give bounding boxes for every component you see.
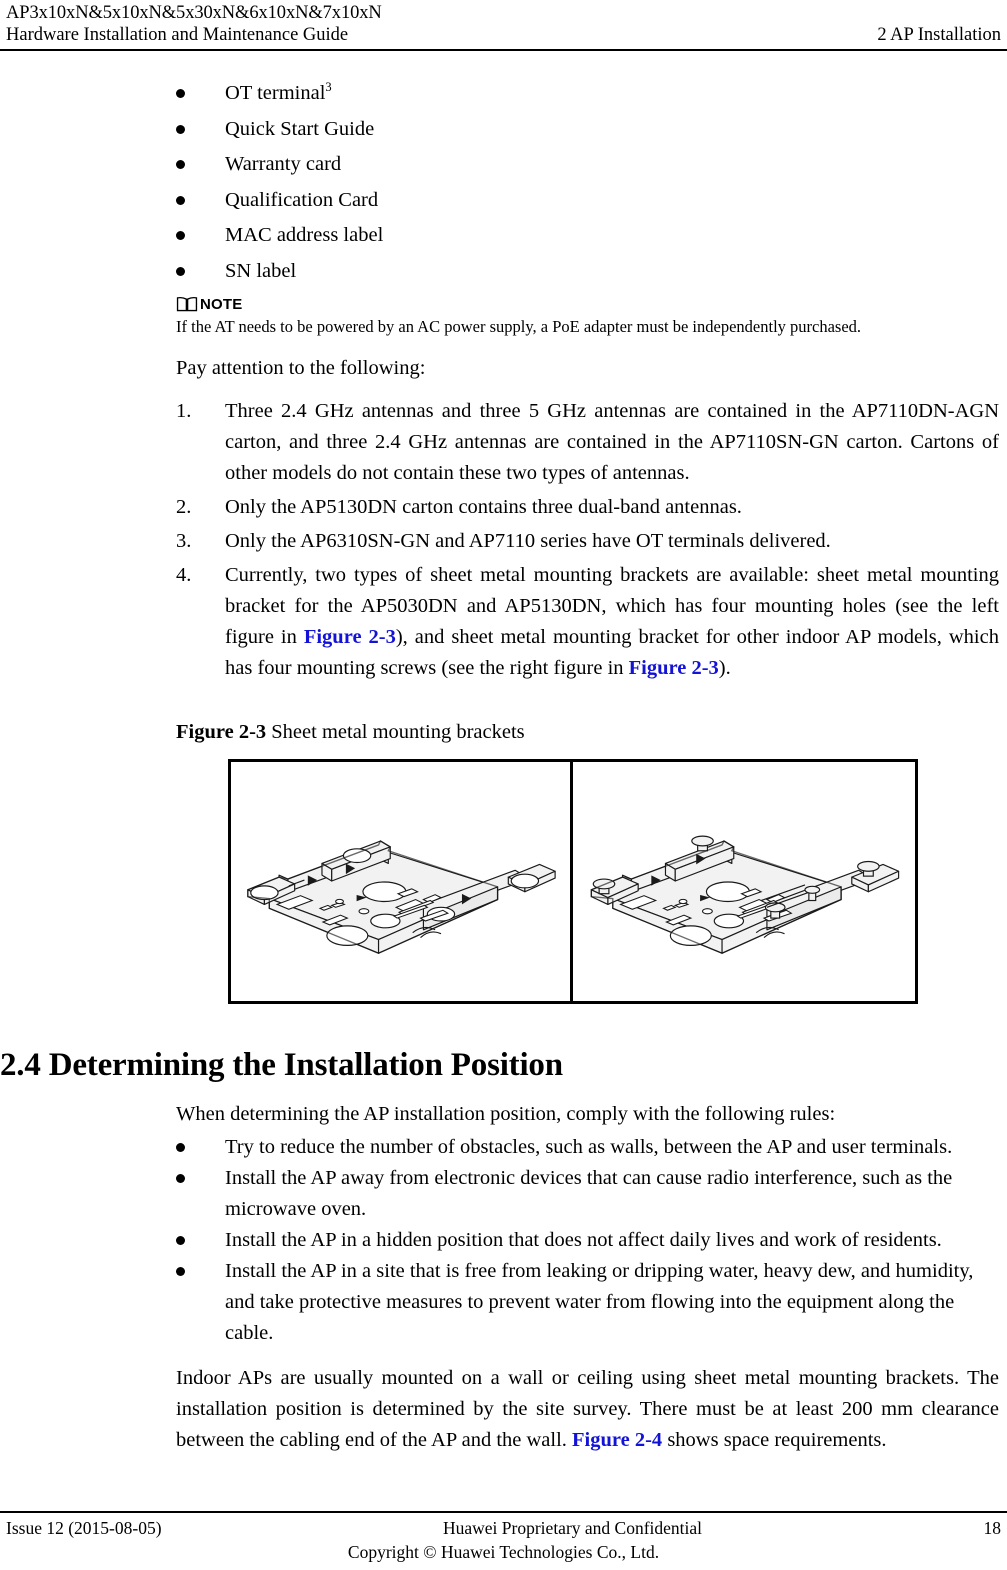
list-item-number: 4. [176, 564, 192, 586]
numbered-list-item: 4. Currently, two types of sheet metal mo… [176, 560, 999, 684]
bullet-icon [176, 1267, 185, 1276]
figure-2-3-crossref-link[interactable]: Figure 2-3 [629, 657, 719, 679]
header-chapter: 2 AP Installation [877, 25, 1001, 45]
bullet-icon [176, 160, 185, 169]
numbered-list-item: 1. Three 2.4 GHz antennas and three 5 GHz… [176, 396, 999, 489]
figure-2-4-crossref-link[interactable]: Figure 2-4 [572, 1429, 662, 1451]
note-callout: NOTE If the AT needs to be powered by an… [176, 295, 999, 339]
list-item-text: Only the AP5130DN carton contains three … [225, 496, 742, 518]
figure-2-3-crossref-link[interactable]: Figure 2-3 [304, 626, 396, 648]
bullet-icon [176, 266, 185, 276]
list-item-label: Qualification Card [225, 188, 379, 211]
list-item-label: Install the AP away from electronic devi… [225, 1167, 953, 1220]
list-item: Install the AP in a hidden position that… [176, 1225, 999, 1256]
footer-rule [0, 1511, 1007, 1513]
closing-paragraph: Indoor APs are usually mounted on a wall… [176, 1363, 999, 1456]
bullet-icon [176, 231, 185, 240]
list-item: Qualification Card [176, 183, 999, 219]
footer-copyright: Copyright © Huawei Technologies Co., Ltd… [347, 1542, 660, 1562]
footnote-marker: 3 [325, 80, 332, 95]
note-body: If the AT needs to be powered by an AC p… [176, 317, 862, 336]
page-footer: Issue 12 (2015-08-05) Huawei Proprietary… [0, 1511, 1007, 1564]
list-item-number: 2. [176, 496, 192, 518]
list-item: Install the AP in a site that is free fr… [176, 1256, 999, 1349]
list-item-label: Install the AP in a hidden position that… [225, 1229, 942, 1251]
bullet-icon [176, 1174, 185, 1183]
list-item-text: Only the AP6310SN-GN and AP7110 series h… [225, 530, 831, 552]
list-item: Install the AP away from electronic devi… [176, 1163, 999, 1225]
note-header: NOTE [176, 295, 999, 313]
list-item-label: MAC address label [225, 224, 384, 246]
content-column: OT terminal3 Quick Start Guide Warranty … [176, 76, 999, 746]
section-lead-in: When determining the AP installation pos… [176, 1103, 836, 1125]
header-guide-title: Hardware Installation and Maintenance Gu… [6, 25, 349, 45]
list-item-label: Warranty card [225, 153, 342, 175]
attention-lead-in: Pay attention to the following: [176, 357, 426, 379]
list-item-text: ). [718, 657, 731, 679]
list-item-label: Quick Start Guide [225, 117, 375, 140]
footer-confidential-line1: Huawei Proprietary and Confidential [443, 1518, 703, 1538]
list-item-label: Install the AP in a site that is free fr… [225, 1260, 974, 1344]
footer-page-number: 18 [983, 1518, 1002, 1538]
footer-row: Issue 12 (2015-08-05) Huawei Proprietary… [6, 1516, 1001, 1540]
list-item: Warranty card [176, 147, 999, 183]
bracket-with-mounting-holes-drawing [247, 840, 556, 954]
closing-text-part-2: shows space requirements. [662, 1429, 887, 1451]
list-item-label: SN label [225, 259, 297, 282]
list-item: Try to reduce the number of obstacles, s… [176, 1132, 999, 1163]
open-book-icon [176, 295, 198, 313]
bracket-with-mounting-screws-drawing [590, 835, 900, 954]
figure-2-3-image [228, 759, 918, 1004]
figure-caption-text: Sheet metal mounting brackets [271, 721, 525, 743]
figure-right-panel [573, 762, 915, 1001]
bullet-icon [176, 195, 185, 205]
installation-rules-list: Try to reduce the number of obstacles, s… [176, 1132, 999, 1349]
header-product-line: AP3x10xN&5x10xN&5x30xN&6x10xN&7x10xN [6, 3, 382, 23]
list-item-number: 3. [176, 530, 192, 552]
list-item-label: Try to reduce the number of obstacles, s… [225, 1136, 953, 1158]
packing-list: OT terminal3 Quick Start Guide Warranty … [176, 76, 999, 289]
page-title: 2.4 Determining the Installation Positio… [0, 1047, 563, 1083]
page-header: AP3x10xN&5x10xN&5x30xN&6x10xN&7x10xN Har… [0, 0, 1007, 51]
footer-issue: Issue 12 (2015-08-05) [6, 1518, 162, 1538]
page-content: OT terminal3 Quick Start Guide Warranty … [0, 76, 1007, 1456]
figure-caption: Figure 2-3 Sheet metal mounting brackets [176, 718, 999, 746]
figure-left-panel [231, 762, 573, 1001]
header-title-row: Hardware Installation and Maintenance Gu… [6, 24, 1001, 49]
list-item: Quick Start Guide [176, 112, 999, 148]
section-body-column: When determining the AP installation pos… [176, 1099, 999, 1456]
list-item: OT terminal3 [176, 76, 999, 112]
figure-label: Figure 2-3 [176, 721, 267, 743]
list-item-label: OT terminal [225, 82, 326, 104]
attention-list: 1. Three 2.4 GHz antennas and three 5 GHz… [176, 396, 999, 684]
numbered-list-item: 3. Only the AP6310SN-GN and AP7110 series… [176, 526, 999, 557]
list-item: MAC address label [176, 218, 999, 254]
list-item-text: Three 2.4 GHz antennas and three 5 GHz a… [225, 400, 999, 484]
bullet-icon [176, 124, 185, 134]
list-item-number: 1. [176, 400, 192, 422]
header-rule [0, 49, 1007, 51]
bullet-icon [176, 1236, 185, 1245]
bullet-icon [176, 1143, 185, 1152]
list-item: SN label [176, 254, 999, 290]
bullet-icon [176, 89, 185, 98]
numbered-list-item: 2. Only the AP5130DN carton contains thre… [176, 492, 999, 523]
note-label: NOTE [200, 296, 243, 313]
